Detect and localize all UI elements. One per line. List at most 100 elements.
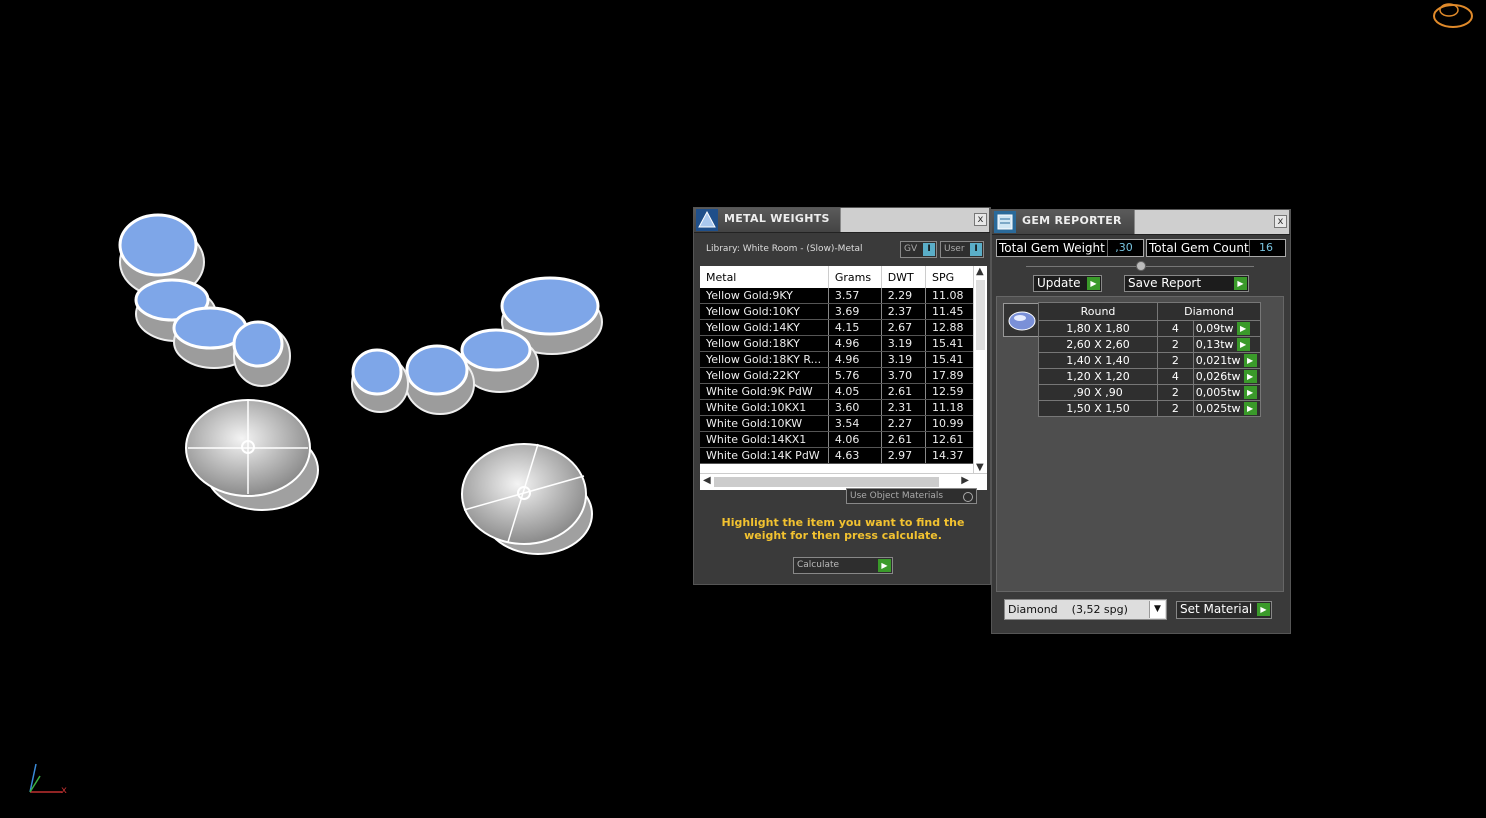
table-cell: 2.61 (881, 431, 927, 448)
slider-handle[interactable] (1136, 261, 1146, 271)
scroll-thumb[interactable] (976, 280, 985, 350)
user-switch[interactable]: I (970, 243, 982, 256)
earring-model-left[interactable] (118, 213, 319, 511)
gem-cell: 0,005tw ▶ (1192, 384, 1262, 401)
update-label: Update (1037, 276, 1081, 290)
play-icon[interactable]: ▶ (1243, 402, 1257, 416)
save-report-button[interactable]: Save Report ▶ (1124, 275, 1249, 292)
user-toggle[interactable]: User I (940, 241, 984, 258)
chevron-down-icon[interactable]: ▼ (1149, 601, 1165, 618)
axis-x-label: x (61, 785, 67, 796)
table-cell: 2.97 (881, 447, 927, 464)
play-icon[interactable]: ▶ (1243, 386, 1257, 400)
scroll-left-icon[interactable]: ◀ (703, 475, 711, 486)
update-button[interactable]: Update ▶ (1033, 275, 1102, 292)
metal-weights-grid[interactable]: Metal Grams DWT SPG Yellow Gold:9KY 3.57 2… (700, 266, 987, 490)
column-header-dwt[interactable]: DWT (881, 266, 927, 288)
play-icon[interactable]: ▶ (1243, 370, 1257, 384)
table-cell: Yellow Gold:22KY (700, 367, 829, 384)
table-cell: 3.54 (828, 415, 882, 432)
table-row[interactable]: White Gold:10KW 3.54 2.27 10.99 (700, 415, 974, 432)
scroll-thumb[interactable] (714, 477, 939, 487)
use-object-materials-radio[interactable] (963, 492, 973, 502)
gem-cell-text: 0,13tw (1195, 337, 1234, 351)
table-cell: 15.41 (925, 335, 974, 352)
scroll-down-icon[interactable]: ▼ (976, 462, 984, 473)
gem-row[interactable]: ,90 X ,90 2 0,005tw ▶ (1038, 384, 1262, 401)
play-icon[interactable]: ▶ (1234, 277, 1247, 290)
play-icon[interactable]: ▶ (1243, 354, 1257, 368)
table-row[interactable]: Yellow Gold:22KY 5.76 3.70 17.89 (700, 367, 974, 384)
table-row[interactable]: White Gold:10KX1 3.60 2.31 11.18 (700, 399, 974, 416)
gem-cell: 2,60 X 2,60 (1038, 336, 1158, 353)
gem-cell-text: 2,60 X 2,60 (1066, 338, 1130, 351)
scroll-right-icon[interactable]: ▶ (961, 475, 969, 486)
table-row[interactable]: Yellow Gold:18KY R... 4.96 3.19 15.41 (700, 351, 974, 368)
table-row[interactable]: Yellow Gold:10KY 3.69 2.37 11.45 (700, 303, 974, 320)
gv-toggle[interactable]: GV I (900, 241, 937, 258)
table-row[interactable]: White Gold:9K PdW 4.05 2.61 12.59 (700, 383, 974, 400)
metal-weights-panel: METAL WEIGHTS x Library: White Room - (S… (693, 207, 991, 585)
table-row[interactable]: White Gold:14KX1 4.06 2.61 12.61 (700, 431, 974, 448)
panel-title: METAL WEIGHTS (724, 212, 830, 225)
column-header-grams[interactable]: Grams (828, 266, 882, 288)
gem-cell: 1,40 X 1,40 (1038, 352, 1158, 369)
gem-row[interactable]: 1,40 X 1,40 2 0,021tw ▶ (1038, 352, 1262, 369)
gem-cell: 0,025tw ▶ (1192, 400, 1262, 417)
earring-model-right[interactable] (351, 276, 603, 555)
total-gem-count-label: Total Gem Count (1149, 241, 1249, 255)
gem-row[interactable]: 1,80 X 1,80 4 0,09tw ▶ (1038, 320, 1262, 337)
gem-shape-thumbnail[interactable] (1003, 303, 1041, 337)
gem-row[interactable]: 2,60 X 2,60 2 0,13tw ▶ (1038, 336, 1262, 353)
gem-cell-text: 1,20 X 1,20 (1066, 370, 1130, 383)
table-cell: Yellow Gold:18KY (700, 335, 829, 352)
gv-switch[interactable]: I (923, 243, 935, 256)
gem-cell-text: 0,09tw (1195, 321, 1234, 335)
play-icon[interactable]: ▶ (1257, 603, 1270, 616)
view-navigator-icon[interactable] (1432, 0, 1474, 32)
table-row[interactable]: Yellow Gold:18KY 4.96 3.19 15.41 (700, 335, 974, 352)
column-header-spg[interactable]: SPG (925, 266, 974, 288)
gem-cell-text: 0,005tw (1195, 385, 1241, 399)
table-cell: 4.96 (828, 335, 882, 352)
table-row[interactable]: White Gold:14K PdW 4.63 2.97 14.37 (700, 447, 974, 464)
close-button[interactable]: x (974, 213, 987, 226)
calculate-button[interactable]: Calculate ▶ (793, 557, 893, 574)
gem-cell-text: 2 (1171, 354, 1179, 367)
table-cell: 3.70 (881, 367, 927, 384)
table-row[interactable]: Yellow Gold:14KY 4.15 2.67 12.88 (700, 319, 974, 336)
table-cell: 4.05 (828, 383, 882, 400)
table-cell: 3.19 (881, 351, 927, 368)
play-icon[interactable]: ▶ (1087, 277, 1100, 290)
gem-row[interactable]: 1,50 X 1,50 2 0,025tw ▶ (1038, 400, 1262, 417)
gem-cell-text: 2 (1171, 386, 1179, 399)
play-icon[interactable]: ▶ (878, 559, 891, 572)
use-object-materials-option[interactable]: Use Object Materials (846, 488, 977, 504)
table-cell: 2.61 (881, 383, 927, 400)
vertical-scrollbar[interactable]: ▲ ▼ (973, 266, 987, 473)
gem-row[interactable]: 1,20 X 1,20 4 0,026tw ▶ (1038, 368, 1262, 385)
user-label: User (944, 244, 965, 254)
metal-weights-titlebar[interactable]: METAL WEIGHTS x (694, 208, 990, 233)
title-tab (840, 208, 989, 232)
table-row[interactable]: Yellow Gold:9KY 3.57 2.29 11.08 (700, 288, 974, 304)
set-material-button[interactable]: Set Material ▶ (1176, 601, 1272, 619)
close-button[interactable]: x (1274, 215, 1287, 228)
gem-reporter-titlebar[interactable]: GEM REPORTER x (992, 210, 1290, 235)
play-icon[interactable]: ▶ (1236, 338, 1250, 352)
table-cell: 3.57 (828, 288, 882, 304)
gem-cell-text: 1,40 X 1,40 (1066, 354, 1130, 367)
gem-cell: 0,13tw ▶ (1192, 336, 1262, 353)
table-cell: 3.60 (828, 399, 882, 416)
gem-cell-text: 1,80 X 1,80 (1066, 322, 1130, 335)
column-header-metal[interactable]: Metal (700, 266, 829, 288)
material-select[interactable]: Diamond (3,52 spg) ▼ (1004, 599, 1167, 620)
set-material-label: Set Material (1180, 602, 1253, 616)
scroll-up-icon[interactable]: ▲ (976, 266, 984, 277)
gem-cell: ,90 X ,90 (1038, 384, 1158, 401)
gem-cell: 0,026tw ▶ (1192, 368, 1262, 385)
gem-cell: 2 (1157, 384, 1194, 401)
table-cell: 2.37 (881, 303, 927, 320)
table-cell: White Gold:14KX1 (700, 431, 829, 448)
play-icon[interactable]: ▶ (1236, 322, 1250, 336)
